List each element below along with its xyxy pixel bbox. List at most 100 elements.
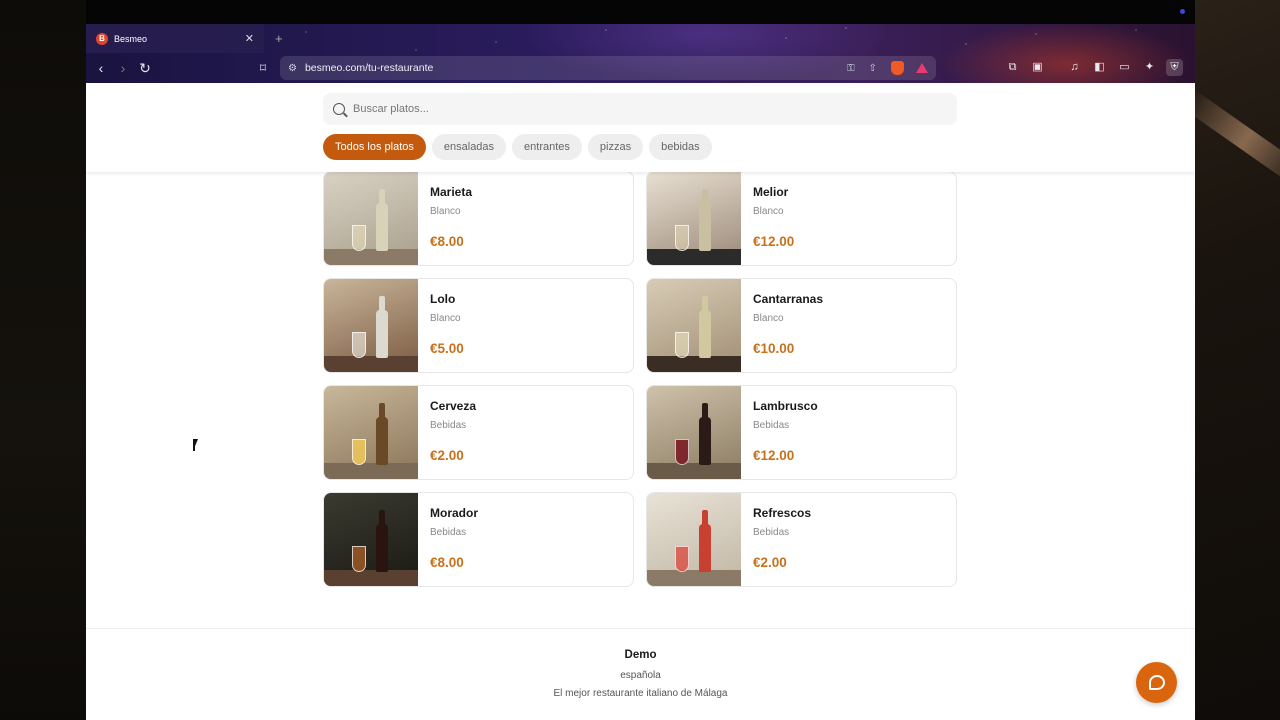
dish-name: Lambrusco: [753, 399, 818, 413]
dish-image-glass: [675, 439, 689, 465]
dish-image-glass: [675, 546, 689, 572]
dish-image-glass: [352, 439, 366, 465]
dish-image-bottle: [699, 510, 711, 572]
dish-image-table: [647, 356, 741, 372]
dish-price: €5.00: [430, 341, 464, 356]
dish-info: Refrescos Bebidas €2.00: [741, 493, 956, 586]
navigation-bar: ‹ › ↻ ⌑ ⚙ besmeo.com/tu-restaurante ⚿ ⇧ …: [86, 53, 1195, 83]
address-bar[interactable]: ⚙ besmeo.com/tu-restaurante ⚿ ⇧: [280, 56, 936, 80]
dish-card[interactable]: Melior Blanco €12.00: [646, 171, 957, 266]
restaurant-menu-page: Todos los platosensaladasentrantespizzas…: [86, 83, 1195, 720]
sidebar-icon[interactable]: ◧: [1091, 59, 1108, 76]
footer-cuisine: española: [620, 670, 661, 681]
tab-title: Besmeo: [114, 33, 148, 44]
forward-icon[interactable]: ›: [114, 59, 132, 77]
site-settings-icon[interactable]: ⚙: [288, 63, 297, 74]
brave-shields-icon[interactable]: [891, 61, 904, 75]
light-streak: [1195, 90, 1280, 189]
dish-card[interactable]: Lambrusco Bebidas €12.00: [646, 385, 957, 480]
desktop-background-left: [0, 0, 86, 720]
browser-chrome: B Besmeo ✕ + ‹ › ↻ ⌑ ⚙ besmeo.com/tu-res…: [86, 24, 1195, 83]
key-icon[interactable]: ⚿: [847, 63, 855, 74]
category-chip[interactable]: Todos los platos: [323, 134, 426, 160]
dish-info: Morador Bebidas €8.00: [418, 493, 633, 586]
dish-card[interactable]: Cerveza Bebidas €2.00: [323, 385, 634, 480]
footer-restaurant-name: Demo: [624, 649, 657, 661]
dish-price: €2.00: [430, 448, 464, 463]
bookmark-icon[interactable]: ⌑: [254, 59, 272, 77]
dish-card[interactable]: Cantarranas Blanco €10.00: [646, 278, 957, 373]
share-icon[interactable]: ⇧: [869, 63, 877, 74]
footer: Demo española El mejor restaurante itali…: [86, 628, 1195, 720]
chat-bubble-icon: [1148, 675, 1165, 690]
dish-category: Bebidas: [753, 527, 790, 538]
dish-card[interactable]: Refrescos Bebidas €2.00: [646, 492, 957, 587]
dish-image-bottle: [376, 189, 388, 251]
dish-info: Lambrusco Bebidas €12.00: [741, 386, 956, 479]
reader-icon[interactable]: ▣: [1029, 59, 1046, 76]
dish-image-glass: [352, 546, 366, 572]
category-chip[interactable]: entrantes: [512, 134, 582, 160]
browser-window: B Besmeo ✕ + ‹ › ↻ ⌑ ⚙ besmeo.com/tu-res…: [86, 24, 1195, 720]
category-chip[interactable]: ensaladas: [431, 134, 507, 160]
search-icon: [333, 103, 345, 115]
dish-info: Lolo Blanco €5.00: [418, 279, 633, 372]
reload-icon[interactable]: ↻: [136, 59, 154, 77]
dish-name: Morador: [430, 506, 478, 520]
dish-name: Cerveza: [430, 399, 477, 413]
browser-tab[interactable]: B Besmeo ✕: [86, 24, 264, 53]
dish-category: Blanco: [753, 206, 784, 217]
extensions-icon[interactable]: ⧉: [1004, 59, 1021, 76]
dish-image-table: [324, 356, 418, 372]
dish-image-table: [647, 463, 741, 479]
dish-image-table: [647, 249, 741, 265]
dish-image-bottle: [699, 403, 711, 465]
back-icon[interactable]: ‹: [92, 59, 110, 77]
desktop-background-right: [1195, 0, 1280, 720]
new-tab-icon[interactable]: +: [275, 31, 283, 46]
dish-category: Blanco: [430, 313, 461, 324]
category-chip[interactable]: pizzas: [587, 134, 644, 160]
dish-info: Cantarranas Blanco €10.00: [741, 279, 956, 372]
dish-image: [647, 493, 741, 586]
brave-rewards-icon[interactable]: [916, 63, 928, 73]
wallet-icon[interactable]: ▭: [1116, 59, 1133, 76]
dish-image: [324, 279, 418, 372]
dish-name: Melior: [753, 185, 789, 199]
category-filters: Todos los platos ensaladas entrantes pizzas…: [323, 134, 712, 160]
dish-card[interactable]: Morador Bebidas €8.00: [323, 492, 634, 587]
dish-price: €10.00: [753, 341, 795, 356]
dish-price: €8.00: [430, 234, 464, 249]
dish-card[interactable]: Marieta Blanco €8.00: [323, 171, 634, 266]
dish-category: Bebidas: [753, 420, 790, 431]
leo-ai-icon[interactable]: ✦: [1141, 59, 1158, 76]
dish-info: Melior Blanco €12.00: [741, 172, 956, 265]
dish-image-table: [324, 249, 418, 265]
dish-image-bottle: [376, 510, 388, 572]
music-icon[interactable]: ♫: [1066, 59, 1083, 76]
dish-image-table: [324, 570, 418, 586]
address-url: besmeo.com/tu-restaurante: [304, 62, 434, 74]
dish-image: [324, 386, 418, 479]
menu-header: Todos los platosensaladasentrantespizzas…: [86, 83, 1195, 172]
dish-price: €12.00: [753, 234, 795, 249]
dish-category: Bebidas: [430, 420, 467, 431]
category-chip[interactable]: bebidas: [649, 134, 712, 160]
chat-button[interactable]: [1136, 662, 1177, 703]
dish-image-glass: [352, 225, 366, 251]
dish-image-table: [324, 463, 418, 479]
dish-image-bottle: [376, 296, 388, 358]
tab-close-icon[interactable]: ✕: [245, 32, 254, 45]
mouse-cursor: [193, 439, 198, 451]
menu-icon[interactable]: ☰: [1191, 59, 1196, 76]
vpn-shield-icon[interactable]: ⛨: [1166, 59, 1183, 76]
dish-image: [647, 172, 741, 265]
dish-image-glass: [352, 332, 366, 358]
dish-card[interactable]: Lolo Blanco €5.00: [323, 278, 634, 373]
dish-image-glass: [675, 332, 689, 358]
search-bar[interactable]: [323, 93, 957, 125]
dish-name: Marieta: [430, 185, 473, 199]
dish-price: €12.00: [753, 448, 795, 463]
dish-image: [324, 493, 418, 586]
search-input[interactable]: [353, 103, 913, 115]
